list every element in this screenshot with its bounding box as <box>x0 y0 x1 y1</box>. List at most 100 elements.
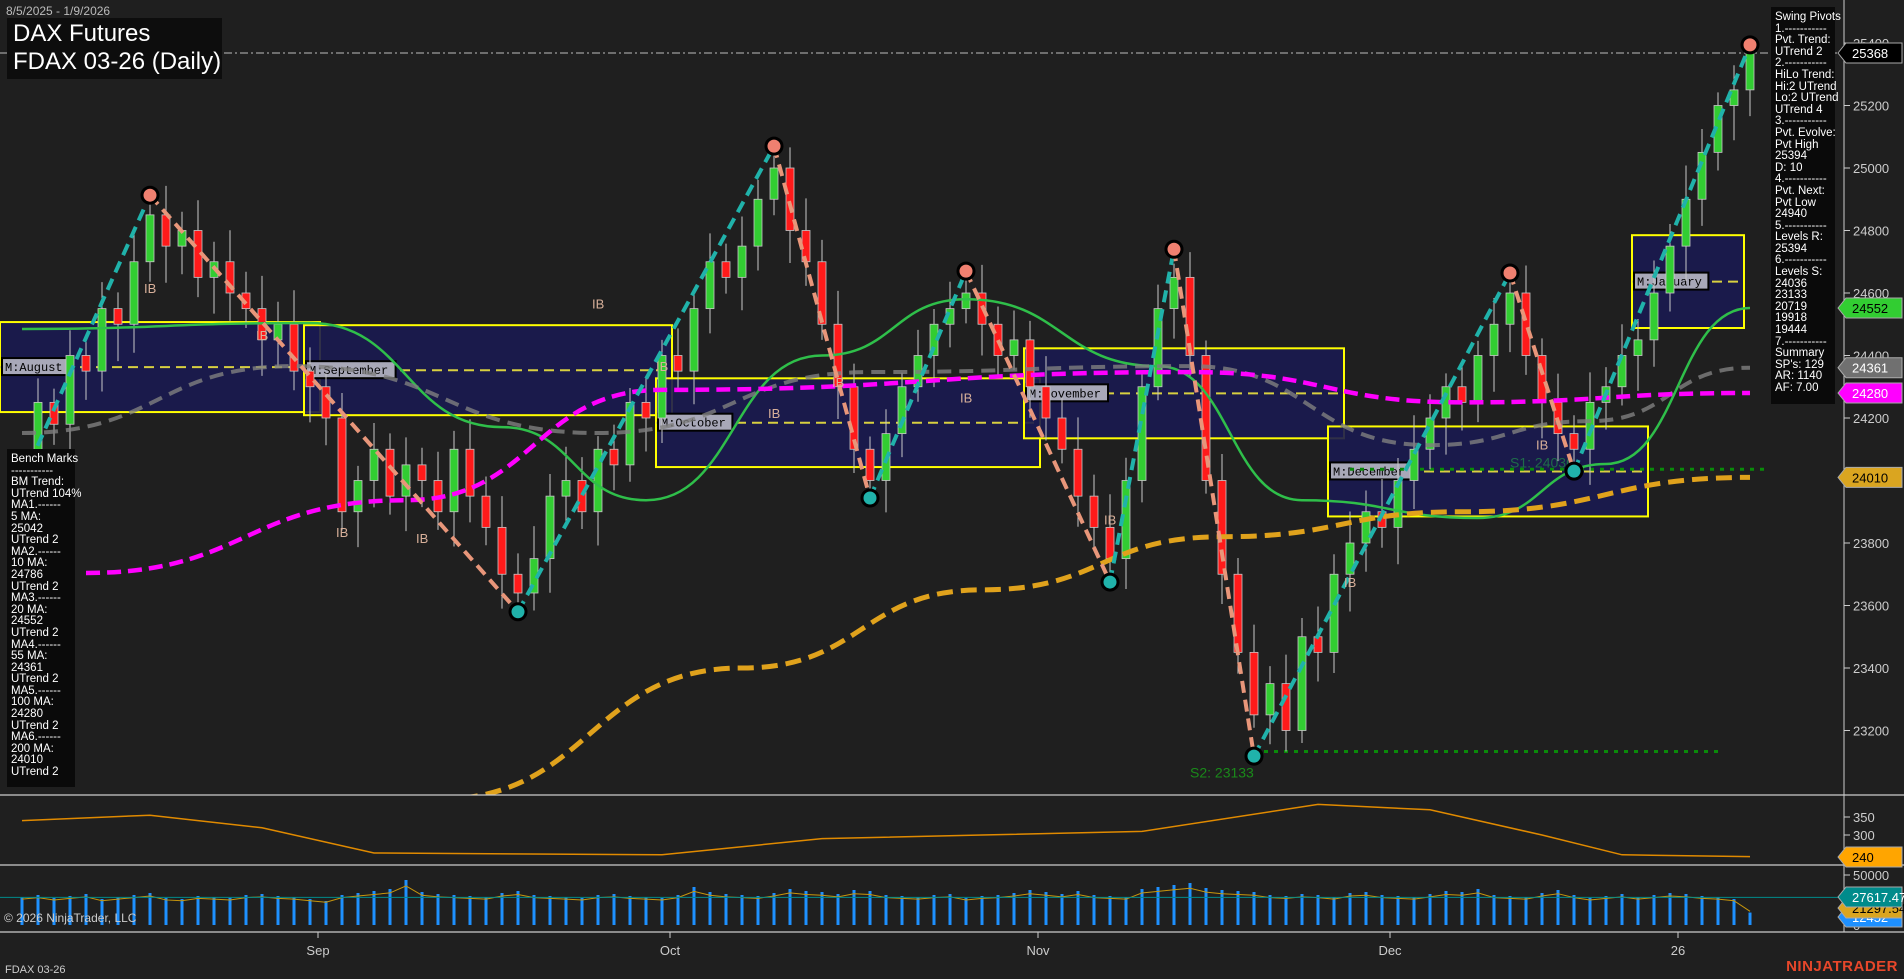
ib-label: IB <box>1104 512 1116 527</box>
candle-down <box>162 215 170 246</box>
candle-up <box>354 481 362 512</box>
candle-up <box>1474 356 1482 403</box>
candle-up <box>1506 293 1514 324</box>
volume-bar <box>1525 897 1528 925</box>
x-tick-label: Sep <box>306 943 329 958</box>
info-line: Bench Marks <box>11 454 71 466</box>
volume-bar <box>309 899 312 925</box>
volume-bar <box>1093 895 1096 925</box>
swing-high-marker <box>1502 265 1518 281</box>
volume-bar <box>1509 896 1512 925</box>
candle-up <box>1634 340 1642 356</box>
candle-down <box>866 449 874 480</box>
candle-up <box>1010 340 1018 356</box>
volume-bar <box>997 895 1000 925</box>
swing-low-marker <box>1566 463 1582 479</box>
volume-bar <box>213 897 216 925</box>
date-range: 8/5/2025 - 1/9/2026 <box>6 4 110 18</box>
swing-high-marker <box>1742 37 1758 53</box>
volume-bar <box>1589 898 1592 925</box>
price-tag: 24280 <box>1852 386 1888 401</box>
volume-bar <box>869 891 872 925</box>
price-tag: 25368 <box>1852 46 1888 61</box>
volume-bar <box>485 897 488 925</box>
candle-down <box>1234 574 1242 652</box>
ib-label: IB <box>416 531 428 546</box>
info-line: UTrend 2 <box>11 535 71 547</box>
candle-up <box>450 449 458 512</box>
candle-up <box>770 168 778 199</box>
candle-down <box>722 262 730 278</box>
swing-pivots-panel: Swing Pivots1.-----------Pvt. Trend:UTre… <box>1771 7 1835 404</box>
y-tick-label: 25000 <box>1853 161 1889 176</box>
volume-bar <box>181 899 184 925</box>
volume-bar <box>1205 888 1208 925</box>
x-tick-label: Dec <box>1378 943 1402 958</box>
candle-up <box>690 309 698 372</box>
volume-bar <box>917 897 920 925</box>
swing-high-marker <box>958 263 974 279</box>
support-label: S1: 24036 <box>1510 454 1574 470</box>
volume-bar <box>1637 897 1640 925</box>
x-tick-label: Oct <box>660 943 681 958</box>
info-line: UTrend 2 <box>11 767 71 779</box>
y-tick-label: 25200 <box>1853 99 1889 114</box>
swing-high-marker <box>142 187 158 203</box>
swing-low-marker <box>1246 748 1262 764</box>
volume-bar <box>261 894 264 925</box>
candle-up <box>738 246 746 277</box>
volume-bar <box>1701 896 1704 925</box>
volume-bar <box>949 894 952 925</box>
monthly-box-label: M:August <box>5 361 63 375</box>
volume-bar <box>1109 896 1112 925</box>
swing-low-marker <box>510 604 526 620</box>
volume-bar <box>1557 890 1560 925</box>
candle-up <box>1698 152 1706 199</box>
info-line: Pvt. Evolve: <box>1775 128 1831 140</box>
volume-bar <box>1733 899 1736 925</box>
candle-up <box>1138 387 1146 481</box>
volume-bar <box>1685 894 1688 925</box>
candle-up <box>1410 449 1418 480</box>
volume-bar <box>1237 891 1240 925</box>
volume-bar <box>517 891 520 925</box>
ib-label: IB <box>592 297 604 312</box>
candle-down <box>1090 496 1098 527</box>
candle-up <box>1666 246 1674 293</box>
volume-bar <box>341 895 344 925</box>
info-line: Pvt. Next: <box>1775 186 1831 198</box>
instrument-name: DAX Futures <box>13 20 216 48</box>
info-line: Lo:2 UTrend <box>1775 93 1831 105</box>
volume-bar <box>533 895 536 925</box>
volume-bar <box>549 896 552 925</box>
copyright: © 2026 NinjaTrader, LLC <box>4 911 136 925</box>
x-tick-label: Nov <box>1026 943 1050 958</box>
candle-down <box>642 402 650 418</box>
candle-up <box>1170 277 1178 308</box>
volume-bar <box>1445 891 1448 925</box>
volume-bar <box>1173 885 1176 925</box>
volume-bar <box>1285 896 1288 925</box>
volume-bar <box>837 894 840 925</box>
volume-bar <box>885 895 888 925</box>
volume-bar <box>1717 897 1720 925</box>
swing-low-marker <box>1102 574 1118 590</box>
volume-bar <box>229 898 232 925</box>
volume-bar <box>581 898 584 925</box>
price-chart[interactable]: M:AugustM:SeptemberM:OctoberM:NovemberM:… <box>0 0 1904 979</box>
volume-bar <box>1221 890 1224 925</box>
volume-bar <box>1269 895 1272 925</box>
ib-label: IB <box>1536 437 1548 452</box>
price-panel: M:AugustM:SeptemberM:OctoberM:NovemberM:… <box>0 37 1844 799</box>
candle-down <box>1250 652 1258 715</box>
candle-up <box>1746 53 1754 90</box>
info-line: 24280 <box>11 709 71 721</box>
monthly-box-label: M:December <box>1333 465 1405 479</box>
volume-bar <box>853 890 856 925</box>
candle-up <box>754 199 762 246</box>
oscillator-line <box>22 804 1750 856</box>
candle-up <box>146 215 154 262</box>
price-tag: 24361 <box>1852 361 1888 376</box>
candle-down <box>1282 684 1290 731</box>
info-line: 19444 <box>1775 325 1831 337</box>
